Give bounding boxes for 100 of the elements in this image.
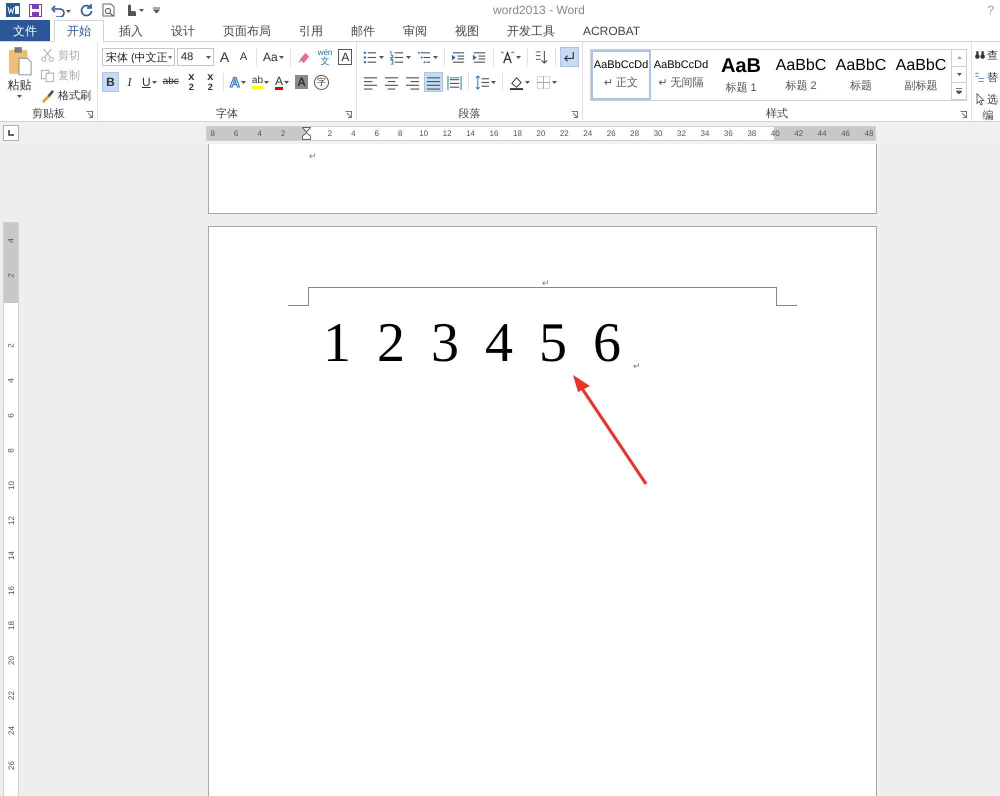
ruler-number: 10: [6, 481, 16, 490]
borders-icon: [536, 74, 551, 90]
caret-icon: [17, 95, 22, 98]
font-name-field[interactable]: 宋体 (中文正: [102, 48, 175, 66]
window-title: word2013 - Word: [493, 3, 585, 17]
grow-button[interactable]: A: [216, 47, 233, 67]
dialog-launcher-icon[interactable]: [960, 111, 967, 118]
dialog-launcher-icon[interactable]: [345, 111, 352, 118]
ruler-number: 8: [396, 128, 404, 140]
group-label: 编: [982, 109, 994, 121]
paragraph-mark-icon: [562, 50, 577, 64]
indent-marker-icon[interactable]: [302, 126, 311, 140]
select-button[interactable]: 选: [972, 90, 1000, 108]
ruler-number: 18: [512, 128, 523, 140]
ruler-number: 30: [652, 128, 664, 140]
paragraph-mark: ↵: [542, 278, 550, 288]
style-item[interactable]: AaBbCcDd ↵ 正文: [591, 50, 651, 100]
phonetic-button[interactable]: wén 文: [316, 47, 334, 67]
dialog-launcher-icon[interactable]: [86, 111, 93, 118]
brush-button[interactable]: 格式刷: [38, 86, 93, 105]
binoculars-icon: [974, 49, 986, 61]
shading-button[interactable]: A: [293, 72, 310, 92]
ruler-number: 6: [6, 413, 16, 418]
ruler-number: 20: [535, 128, 546, 140]
ruler-number: 6: [232, 128, 240, 140]
ruler-number: 44: [816, 128, 828, 140]
bold-button[interactable]: B: [102, 72, 119, 92]
underline-button[interactable]: U: [140, 72, 159, 92]
paint-bucket-icon: [509, 74, 524, 90]
boxed-button[interactable]: A: [336, 47, 354, 67]
shrink-button[interactable]: A: [235, 47, 252, 67]
font-size-field[interactable]: 48: [177, 48, 214, 66]
redo-icon[interactable]: [80, 4, 93, 16]
ruler-number: 4: [256, 128, 263, 140]
group-label: 段落: [458, 106, 480, 120]
ruler-number: 2: [280, 128, 286, 140]
caret-icon: [284, 80, 290, 84]
paragraph-mark: ↵: [633, 362, 641, 371]
app-logo-icon: [6, 3, 20, 17]
copy-icon: [40, 68, 55, 83]
increase-indent-icon: [472, 50, 487, 64]
ruler-number: 18: [6, 621, 16, 630]
file-tab[interactable]: 文件: [0, 20, 50, 41]
cursor-icon: [974, 93, 986, 105]
ruler-number: 38: [746, 128, 758, 140]
highlight-button[interactable]: ab: [250, 72, 272, 92]
undo-icon[interactable]: [51, 4, 71, 16]
distribute-icon: [447, 74, 462, 90]
replace-button[interactable]: 替: [972, 68, 1000, 86]
caret-icon: [264, 80, 270, 84]
customize-icon[interactable]: [153, 7, 160, 13]
marks-button[interactable]: [560, 47, 579, 67]
align-center-icon: [384, 74, 399, 90]
paste-button[interactable]: 粘贴: [4, 46, 35, 105]
justify-button[interactable]: [424, 72, 443, 92]
dialog-launcher-icon[interactable]: [571, 111, 578, 118]
italic-button[interactable]: I: [121, 72, 138, 92]
caret-icon: [240, 80, 246, 84]
save-icon[interactable]: [29, 4, 42, 16]
ruler-number: 14: [465, 128, 476, 140]
ruler-number: 2: [6, 273, 16, 278]
ruler-number: 12: [442, 128, 453, 140]
case-button[interactable]: Aa: [261, 47, 286, 67]
replace-icon: [974, 71, 986, 83]
strike-button[interactable]: abc: [160, 72, 181, 92]
tab-stop-icon: [8, 130, 14, 136]
ruler-number: 10: [418, 128, 430, 140]
ruler-number: 40: [770, 128, 781, 140]
caret-icon: [206, 56, 211, 58]
caret-icon: [433, 56, 438, 58]
ruler-number: 26: [606, 128, 617, 140]
caret-icon: [552, 80, 557, 84]
ruler-number: 24: [6, 726, 16, 735]
ruler-number: 24: [582, 128, 594, 140]
bullet-list-icon: [363, 50, 378, 64]
ribbon-tab[interactable]: 开始: [54, 20, 104, 42]
sort-icon: [534, 50, 549, 64]
align-left-icon: [363, 74, 378, 90]
ruler-number: 4: [6, 238, 16, 243]
tab-selector-button[interactable]: [3, 125, 19, 141]
ruler-number: 26: [6, 761, 16, 770]
up-arrow-icon: [956, 56, 962, 60]
brush-icon: [40, 88, 55, 103]
align-right-icon: [405, 74, 420, 90]
find-button[interactable]: 查: [972, 46, 1000, 64]
clipboard-icon: [8, 46, 32, 76]
ruler-number: 42: [793, 128, 804, 140]
ruler-number: 46: [840, 128, 851, 140]
ruler-number: 14: [6, 551, 16, 560]
group-label: 剪贴板: [32, 106, 65, 120]
caret-icon: [379, 56, 384, 58]
caret-icon: [525, 80, 530, 84]
color-button[interactable]: A: [273, 72, 292, 92]
effects-button[interactable]: A: [228, 72, 248, 92]
group-label: 样式: [766, 106, 788, 120]
ruler-number: 8: [209, 128, 216, 140]
ruler-number: 22: [558, 128, 570, 140]
print-preview-icon[interactable]: [102, 3, 115, 17]
ruler-number: 16: [488, 128, 500, 140]
caret-icon: [152, 80, 157, 84]
